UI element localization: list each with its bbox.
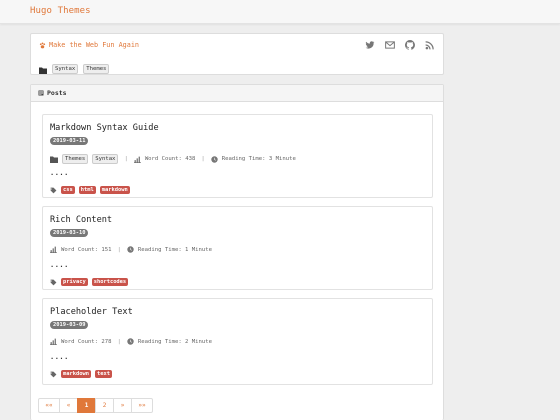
post-date-badge: 2019-03-11 — [50, 137, 89, 145]
post-tags: css html markdown — [50, 186, 130, 194]
tagline-text: Make the Web Fun Again — [49, 41, 140, 49]
post-card: Placeholder Text 2019-03-09 Word Count: … — [42, 298, 433, 385]
tag-icon — [50, 187, 57, 193]
post-date-badge: 2019-03-09 — [50, 321, 89, 329]
word-count: Word Count: 438 — [144, 156, 196, 162]
tag-badge[interactable]: html — [78, 186, 96, 194]
clock-icon — [127, 246, 134, 253]
category-chip[interactable]: Themes — [83, 63, 110, 74]
post-tags: markdown text — [50, 370, 112, 378]
post-date-badge: 2019-03-10 — [50, 229, 89, 237]
post-card: Rich Content 2019-03-10 Word Count: 151 … — [42, 206, 433, 290]
posts-heading: Posts — [47, 89, 67, 97]
meta-separator: | — [201, 156, 205, 162]
rss-icon[interactable] — [425, 40, 435, 50]
pagination-page-1[interactable]: 1 — [77, 398, 96, 413]
post-title[interactable]: Rich Content — [50, 215, 112, 225]
word-count: Word Count: 278 — [61, 338, 112, 345]
reading-time: Reading Time: 1 Minute — [137, 246, 212, 253]
pagination-last[interactable]: »» — [131, 398, 153, 413]
post-tags: privacy shortcodes — [50, 278, 129, 286]
tag-badge[interactable]: privacy — [61, 278, 88, 286]
top-navbar: Hugo Themes — [0, 0, 560, 24]
site-title-link[interactable]: Hugo Themes — [30, 6, 91, 16]
post-summary: .... — [50, 169, 69, 177]
post-card: Markdown Syntax Guide 2019-03-11 Themes … — [42, 114, 433, 198]
pagination: «« « 1 2 » »» — [38, 398, 153, 413]
tag-icon — [50, 279, 57, 285]
pagination-first[interactable]: «« — [38, 398, 60, 413]
category-chip[interactable]: Syntax — [52, 63, 79, 74]
tag-badge[interactable]: shortcodes — [91, 278, 129, 286]
meta-separator: | — [117, 246, 121, 253]
twitter-icon[interactable] — [365, 40, 375, 50]
tag-badge[interactable]: markdown — [99, 186, 130, 194]
profile-card: Make the Web Fun Again Syntax Themes — [30, 33, 444, 75]
bar-chart-icon — [133, 156, 141, 163]
category-chip[interactable]: Themes — [62, 154, 89, 164]
bar-chart-icon — [50, 338, 57, 345]
clock-icon — [211, 155, 218, 163]
tagline: Make the Web Fun Again — [39, 41, 139, 49]
post-meta: Themes Syntax | Word Count: 438 | Readin… — [50, 154, 296, 164]
clock-icon — [127, 338, 134, 345]
reading-time: Reading Time: 2 Minute — [137, 338, 212, 345]
tag-badge[interactable]: text — [94, 370, 112, 378]
paw-icon — [39, 41, 46, 48]
pagination-page-2[interactable]: 2 — [95, 398, 114, 413]
pagination-next[interactable]: » — [113, 398, 132, 413]
post-meta: Word Count: 151 | Reading Time: 1 Minute — [50, 246, 212, 253]
word-count: Word Count: 151 — [61, 246, 112, 253]
posts-panel-header: Posts — [31, 85, 443, 102]
posts-panel: Posts Markdown Syntax Guide 2019-03-11 T… — [30, 84, 444, 420]
social-links — [365, 40, 435, 50]
folder-icon — [39, 59, 47, 78]
category-chip[interactable]: Syntax — [92, 154, 119, 164]
folder-icon — [50, 156, 58, 163]
post-summary: .... — [50, 353, 69, 361]
pagination-prev[interactable]: « — [59, 398, 78, 413]
tag-badge[interactable]: markdown — [61, 370, 91, 378]
email-icon[interactable] — [385, 40, 395, 50]
reading-time: Reading Time: 3 Minute — [221, 156, 296, 162]
post-summary: .... — [50, 261, 69, 269]
meta-separator: | — [117, 338, 121, 345]
github-icon[interactable] — [405, 40, 415, 50]
post-title[interactable]: Placeholder Text — [50, 307, 133, 317]
bar-chart-icon — [50, 246, 57, 253]
tag-icon — [50, 371, 57, 377]
post-title[interactable]: Markdown Syntax Guide — [50, 123, 159, 133]
tag-badge[interactable]: css — [61, 186, 75, 194]
category-row: Syntax Themes — [39, 59, 110, 78]
list-icon — [38, 90, 44, 96]
post-meta: Word Count: 278 | Reading Time: 2 Minute — [50, 338, 212, 345]
meta-separator: | — [124, 156, 128, 162]
